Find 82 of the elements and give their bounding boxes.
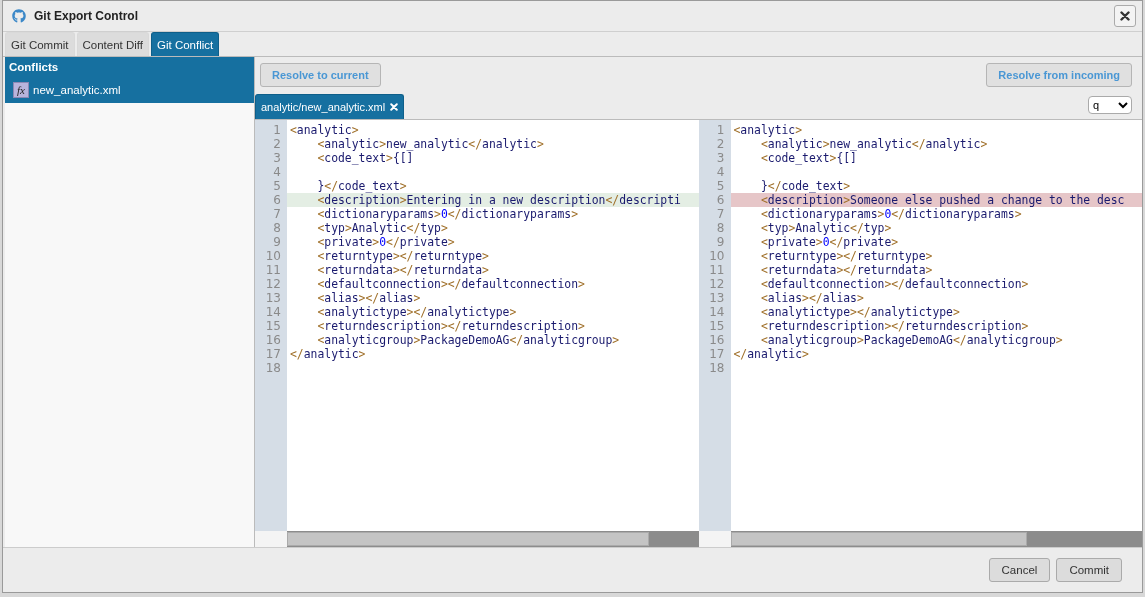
line-number: 6 — [272, 193, 282, 207]
code-line: <analyticgroup>PackageDemoAG</analyticgroup> — [316, 333, 621, 347]
line-number: 9 — [272, 235, 282, 249]
code-line: <analytic> — [732, 123, 804, 137]
commit-button[interactable]: Commit — [1056, 558, 1122, 582]
line-number: 16 — [264, 333, 282, 347]
tab[interactable]: Content Diff — [76, 32, 149, 56]
line-number: 17 — [264, 347, 282, 361]
close-icon — [1120, 11, 1130, 21]
code-line: </analytic> — [732, 347, 810, 361]
code-line: </analytic> — [289, 347, 367, 361]
code-line: <private>0</private> — [759, 235, 900, 249]
code-line: <private>0</private> — [316, 235, 456, 249]
line-number: 11 — [264, 263, 282, 277]
code-line: <analytictype></analytictype> — [759, 305, 961, 319]
line-number: 8 — [715, 221, 726, 235]
code-line: <analytic>new_analytic</analytic> — [759, 137, 989, 151]
line-number: 12 — [264, 277, 282, 291]
code-line: <returndescription></returndescription> — [759, 319, 1030, 333]
line-number: 3 — [715, 151, 726, 165]
code-line: <dictionaryparams>0</dictionaryparams> — [316, 207, 580, 221]
code-line: <typ>Analytic</typ> — [316, 221, 449, 235]
mode-select[interactable]: q — [1088, 96, 1132, 114]
code-line: <returndescription></returndescription> — [316, 319, 586, 333]
code-line: <analytic> — [289, 123, 360, 137]
code-line: }</code_text> — [316, 179, 408, 193]
line-number: 2 — [272, 137, 282, 151]
line-number: 8 — [272, 221, 282, 235]
line-number: 11 — [708, 263, 726, 277]
line-number: 1 — [272, 123, 282, 137]
line-number: 13 — [264, 291, 282, 305]
code-line: <code_text>{[] — [316, 151, 415, 165]
close-icon — [390, 103, 399, 111]
code-line: <returntype></returntype> — [759, 249, 934, 263]
line-number: 4 — [272, 165, 282, 179]
line-number: 16 — [708, 333, 726, 347]
line-number: 7 — [715, 207, 726, 221]
code-line: <returndata></returndata> — [316, 263, 490, 277]
line-number: 2 — [715, 137, 726, 151]
line-number: 5 — [715, 179, 726, 193]
code-line: }</code_text> — [759, 179, 852, 193]
line-number: 1 — [715, 123, 726, 137]
line-number: 12 — [708, 277, 726, 291]
line-number: 4 — [715, 165, 726, 179]
code-line: <analytic>new_analytic</analytic> — [316, 137, 545, 151]
conflict-item[interactable]: fx new_analytic.xml — [5, 77, 254, 103]
line-number: 9 — [715, 235, 726, 249]
line-number: 15 — [264, 319, 282, 333]
function-badge: fx — [13, 82, 29, 98]
sidebar-title: Conflicts — [9, 61, 60, 75]
line-number: 6 — [715, 193, 726, 207]
window-title: Git Export Control — [34, 9, 139, 23]
line-number: 13 — [708, 291, 726, 305]
code-line: <analyticgroup>PackageDemoAG</analyticgroup> — [759, 333, 1064, 347]
file-tab[interactable]: analytic/new_analytic.xml — [255, 94, 405, 119]
cancel-button[interactable]: Cancel — [988, 558, 1051, 582]
code-line: <typ>Analytic</typ> — [759, 221, 893, 235]
code-line: <defaultconnection></defaultconnection> — [316, 277, 586, 291]
code-line: <code_text>{[] — [759, 151, 858, 165]
line-number: 14 — [708, 305, 726, 319]
file-name: new_analytic.xml — [33, 84, 121, 96]
line-number: 15 — [708, 319, 726, 333]
github-icon — [12, 9, 26, 23]
line-number: 10 — [708, 249, 726, 263]
line-number: 14 — [264, 305, 282, 319]
line-number: 3 — [272, 151, 282, 165]
tab[interactable]: Git Commit — [5, 32, 75, 56]
code-line: <defaultconnection></defaultconnection> — [759, 277, 1030, 291]
line-number: 17 — [708, 347, 726, 361]
line-number: 7 — [272, 207, 282, 221]
line-number: 18 — [708, 361, 726, 375]
code-line: <returntype></returntype> — [316, 249, 490, 263]
close-button[interactable] — [1114, 5, 1136, 27]
code-line: <alias></alias> — [759, 291, 865, 305]
tab[interactable]: Git Conflict — [151, 32, 220, 56]
code-line: <alias></alias> — [316, 291, 422, 305]
line-number: 18 — [264, 361, 282, 375]
line-number: 10 — [264, 249, 282, 263]
line-number: 5 — [272, 179, 282, 193]
code-line: <returndata></returndata> — [759, 263, 934, 277]
code-line: <analytictype></analytictype> — [316, 305, 518, 319]
code-line: <dictionaryparams>0</dictionaryparams> — [759, 207, 1023, 221]
